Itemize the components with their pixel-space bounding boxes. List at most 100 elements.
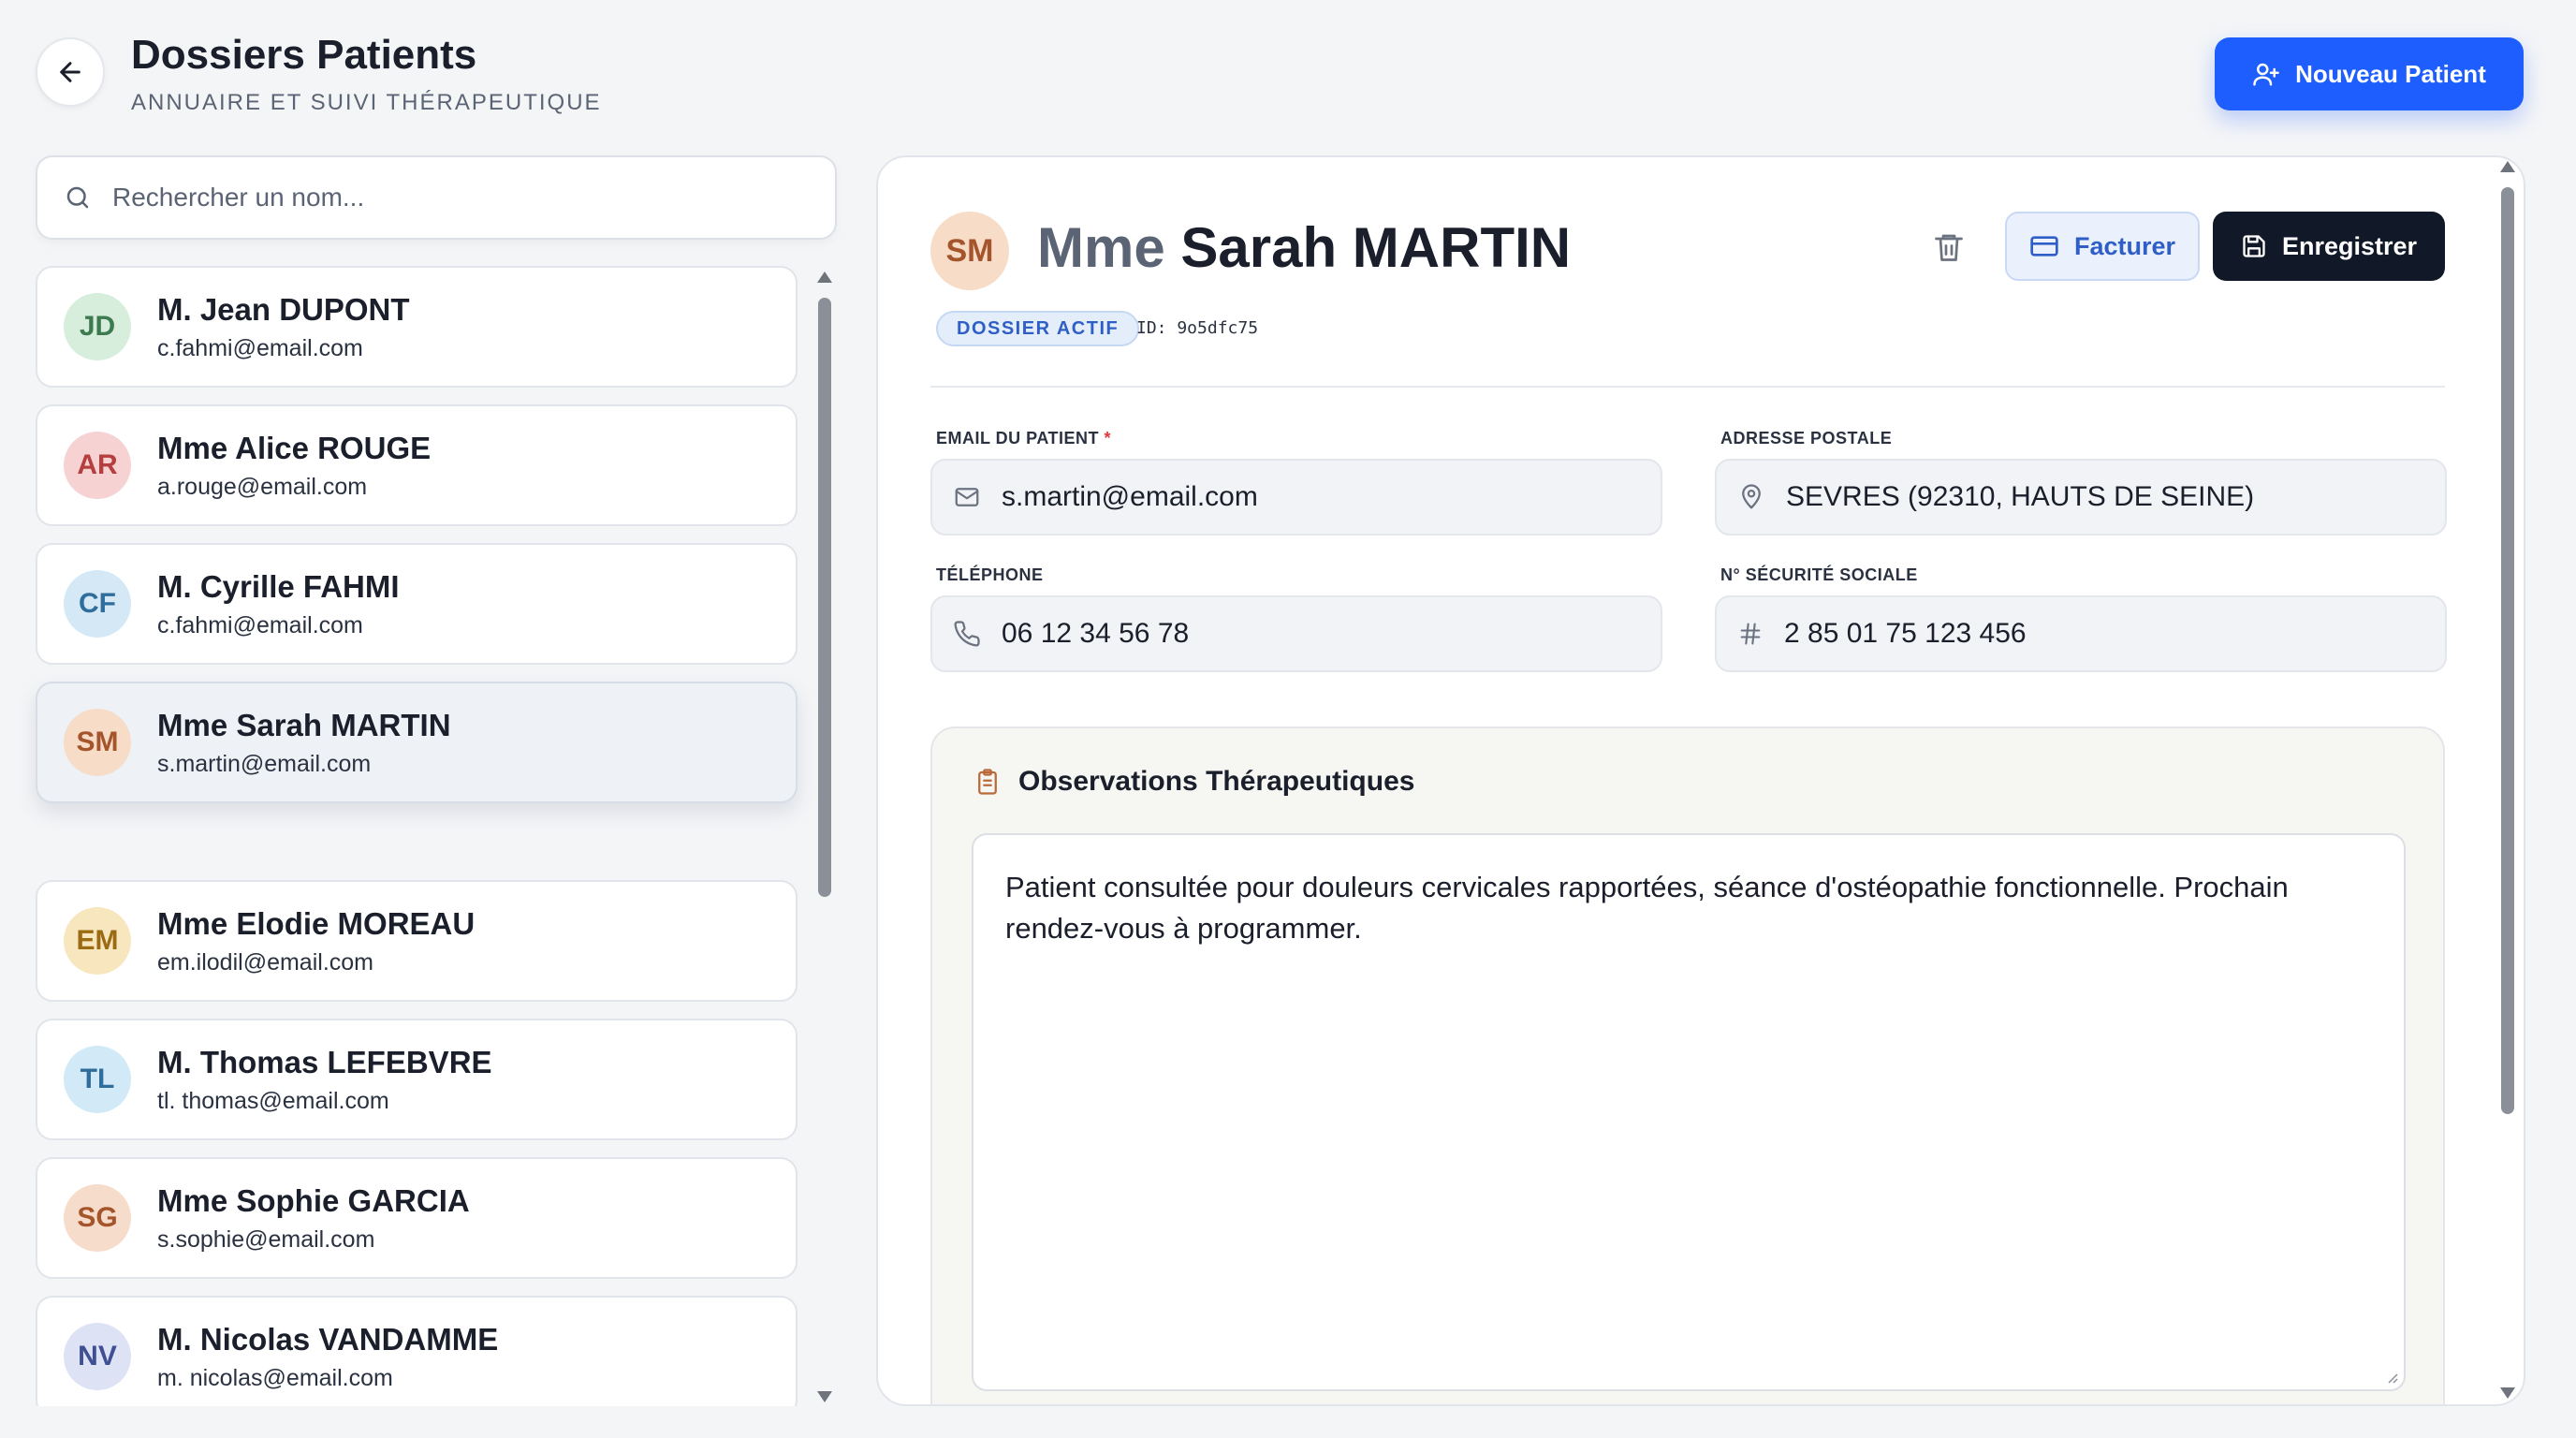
save-icon [2243,235,2265,257]
email-field[interactable]: s.martin@email.com [930,459,1662,536]
patient-card-text: Mme Elodie MOREAU em.ilodil@email.com [157,906,475,976]
avatar: AR [64,432,131,499]
detail-scrollbar[interactable] [2497,159,2518,1399]
hash-icon [1740,623,1761,645]
avatar: JD [64,293,131,360]
patient-name: M. Nicolas VANDAMME [157,1321,499,1357]
patient-name: Mme Elodie MOREAU [157,905,476,941]
address-value: SEVRES (92310, HAUTS DE SEINE) [1786,481,2255,512]
observations-text: Patient consultée pour douleurs cervical… [1005,871,2289,945]
patient-card[interactable]: JD M. Jean DUPONT c.fahmi@email.com [36,266,798,388]
arrow-left-icon [60,62,80,82]
bill-label: Facturer [2073,231,2176,260]
patient-card-text: M. Jean DUPONT c.fahmi@email.com [157,292,410,362]
scroll-up-arrow-icon[interactable] [2500,161,2515,172]
patient-civility: Mme [1037,216,1165,279]
phone-field[interactable]: 06 12 34 56 78 [930,595,1662,672]
patient-detail-panel: SM Mme Sarah MARTIN Facturer Enregistrer… [876,155,2525,1406]
mail-icon [955,488,979,506]
back-button[interactable] [36,37,105,107]
observations-header: Observations Thérapeutiques [973,766,1414,798]
phone-label: TÉLÉPHONE [936,565,1044,584]
patient-email: c.fahmi@email.com [157,334,363,361]
scrollbar-thumb[interactable] [2501,187,2514,1114]
scroll-down-arrow-icon[interactable] [817,1391,832,1402]
patient-card[interactable]: TL M. Thomas LEFEBVRE tl. thomas@email.c… [36,1019,798,1140]
email-value: s.martin@email.com [1002,481,1258,512]
resize-handle-icon[interactable] [2383,1369,2398,1384]
observations-title: Observations Thérapeutiques [1018,766,1415,797]
patient-name: Sarah MARTIN [1180,216,1572,279]
status-badge: DOSSIER ACTIF [936,311,1140,346]
patient-card[interactable]: CF M. Cyrille FAHMI c.fahmi@email.com [36,543,798,665]
patient-email: em.ilodil@email.com [157,948,373,976]
observations-section: Observations Thérapeutiques Patient cons… [930,726,2445,1404]
patient-email: tl. thomas@email.com [157,1087,389,1114]
patient-full-name: Mme Sarah MARTIN [1037,215,1571,280]
phone-icon [954,621,980,647]
scroll-up-arrow-icon[interactable] [817,271,832,283]
phone-value: 06 12 34 56 78 [1002,618,1190,649]
patient-name: Mme Sophie GARCIA [157,1182,470,1218]
patient-email: m. nicolas@email.com [157,1364,393,1391]
patient-email: s.sophie@email.com [157,1225,375,1253]
patient-list-scrollbar[interactable] [814,270,835,1402]
ssn-value: 2 85 01 75 123 456 [1784,618,2027,649]
user-plus-icon [2253,63,2279,86]
avatar: EM [64,907,131,975]
patient-list: JD M. Jean DUPONT c.fahmi@email.com AR M… [0,262,842,1406]
address-label: ADRESSE POSTALE [1720,429,1893,448]
patient-name: M. Cyrille FAHMI [157,568,400,604]
patient-card-selected[interactable]: SM Mme Sarah MARTIN s.martin@email.com [36,682,798,803]
patient-card-text: M. Thomas LEFEBVRE tl. thomas@email.com [157,1045,492,1115]
record-id: ID: 9o5dfc75 [1136,318,1259,338]
map-pin-icon [1742,484,1761,509]
patient-card-text: Mme Sarah MARTIN s.martin@email.com [157,708,451,778]
avatar: SG [64,1184,131,1252]
patient-name: M. Jean DUPONT [157,291,410,327]
patient-card[interactable]: NV M. Nicolas VANDAMME m. nicolas@email.… [36,1296,798,1406]
save-label: Enregistrer [2281,231,2418,260]
email-label-text: EMAIL DU PATIENT [936,429,1099,448]
patient-email: s.martin@email.com [157,750,372,777]
new-patient-button[interactable]: Nouveau Patient [2215,37,2524,110]
avatar: SM [930,212,1009,290]
ssn-label: N° SÉCURITÉ SOCIALE [1720,565,1918,584]
patient-name: Mme Alice ROUGE [157,430,432,465]
patient-name: M. Thomas LEFEBVRE [157,1044,492,1079]
page-title: Dossiers Patients [131,32,477,78]
search-input[interactable] [112,183,824,213]
patient-email: c.fahmi@email.com [157,611,363,638]
patient-card-text: M. Nicolas VANDAMME m. nicolas@email.com [157,1322,498,1392]
patient-card-text: Mme Sophie GARCIA s.sophie@email.com [157,1183,470,1254]
credit-card-icon [2030,236,2058,257]
page-subtitle: ANNUAIRE ET SUIVI THÉRAPEUTIQUE [131,90,602,115]
patient-card-text: M. Cyrille FAHMI c.fahmi@email.com [157,569,400,639]
avatar: CF [64,570,131,638]
search-icon [66,186,89,209]
new-patient-label: Nouveau Patient [2295,59,2486,88]
scrollbar-thumb[interactable] [818,298,831,897]
clipboard-icon [978,769,997,795]
scroll-down-arrow-icon[interactable] [2500,1387,2515,1399]
avatar: NV [64,1323,131,1390]
observations-textarea[interactable]: Patient consultée pour douleurs cervical… [972,833,2406,1391]
avatar: TL [64,1046,131,1113]
divider [930,386,2445,388]
patient-card[interactable]: AR Mme Alice ROUGE a.rouge@email.com [36,404,798,526]
save-button[interactable]: Enregistrer [2213,212,2445,281]
ssn-field[interactable]: 2 85 01 75 123 456 [1715,595,2447,672]
avatar: SM [64,709,131,776]
app: Dossiers Patients ANNUAIRE ET SUIVI THÉR… [0,0,2576,1438]
patient-email: a.rouge@email.com [157,473,368,500]
delete-button[interactable] [1932,228,1969,270]
required-mark: * [1104,429,1112,448]
email-label: EMAIL DU PATIENT * [936,429,1111,448]
patient-card[interactable]: SG Mme Sophie GARCIA s.sophie@email.com [36,1157,798,1279]
search-box[interactable] [36,155,837,240]
patient-name: Mme Sarah MARTIN [157,707,451,742]
trash-icon [1935,234,1963,261]
bill-button[interactable]: Facturer [2005,212,2200,281]
patient-card[interactable]: EM Mme Elodie MOREAU em.ilodil@email.com [36,880,798,1002]
address-field[interactable]: SEVRES (92310, HAUTS DE SEINE) [1715,459,2447,536]
